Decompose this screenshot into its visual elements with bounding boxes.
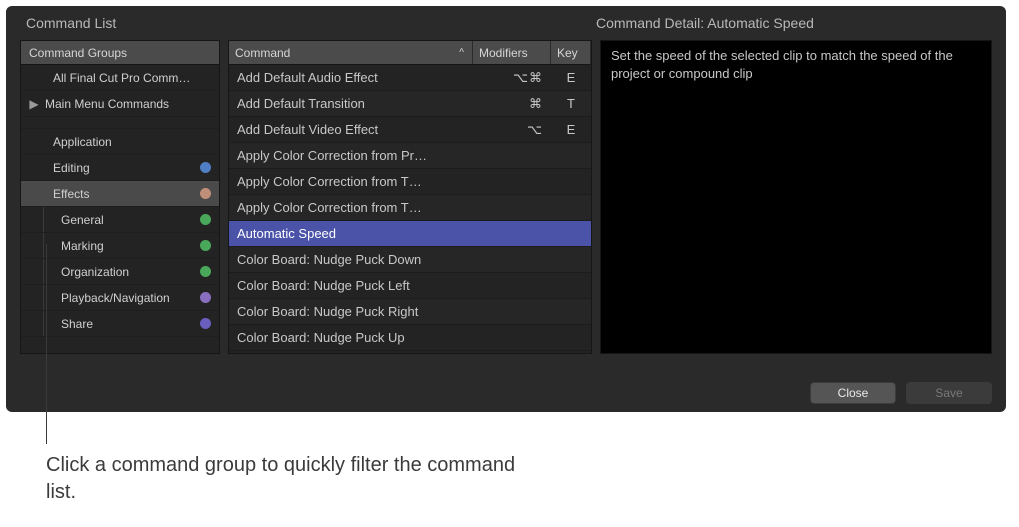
command-key-cell: T (551, 96, 591, 111)
command-name-cell: Apply Color Correction from T… (229, 200, 473, 215)
command-table-header: Command ^ Modifiers Key (229, 41, 591, 65)
command-name-cell: Apply Color Correction from T… (229, 174, 473, 189)
sidebar-item[interactable]: Organization (21, 259, 219, 285)
sidebar-item[interactable]: Editing (21, 155, 219, 181)
detail-title-prefix: Command Detail: (596, 15, 707, 31)
category-color-dot (200, 240, 211, 251)
tree-line (43, 259, 44, 284)
command-groups-header[interactable]: Command Groups (21, 41, 219, 65)
command-modifiers-cell: ⌘ (473, 96, 551, 112)
command-name-cell: Color Board: Nudge Puck Up (229, 330, 473, 345)
sidebar-item[interactable]: Playback/Navigation (21, 285, 219, 311)
sidebar-item[interactable]: General (21, 207, 219, 233)
category-color-dot (200, 318, 211, 329)
command-list-title: Command List (20, 15, 580, 31)
command-name-cell: Color Board: Nudge Puck Right (229, 304, 473, 319)
tree-line (43, 285, 44, 310)
command-modifiers-cell: ⌥ (473, 122, 551, 138)
command-key-cell: E (551, 122, 591, 137)
sort-ascending-icon: ^ (459, 47, 464, 58)
command-groups-list: All Final Cut Pro Comm… ▶ Main Menu Comman… (21, 65, 219, 337)
disclosure-triangle-icon[interactable]: ▶ (29, 99, 39, 109)
command-name-cell: Color Board: Nudge Puck Left (229, 278, 473, 293)
category-color-dot (200, 266, 211, 277)
detail-title-name: Automatic Speed (707, 15, 814, 31)
command-groups-sidebar: Command Groups All Final Cut Pro Comm… ▶ M… (20, 40, 220, 354)
sidebar-item[interactable]: Effects (21, 181, 219, 207)
tree-line (43, 233, 44, 258)
sidebar-item[interactable]: All Final Cut Pro Comm… (21, 65, 219, 91)
command-name-cell: Color Board: Nudge Puck Down (229, 252, 473, 267)
sidebar-item-label: Effects (53, 187, 194, 201)
command-name-cell: Add Default Transition (229, 96, 473, 111)
category-color-dot (200, 292, 211, 303)
sidebar-item-label: General (61, 213, 194, 227)
column-header-command[interactable]: Command ^ (229, 41, 473, 64)
sidebar-item-label: Share (61, 317, 194, 331)
sidebar-item[interactable]: Marking (21, 233, 219, 259)
sidebar-item-label: Marking (61, 239, 194, 253)
command-detail-pane: Set the speed of the selected clip to ma… (600, 40, 992, 354)
command-list-panel: Command List Command Detail: Automatic S… (6, 6, 1006, 412)
sidebar-item[interactable]: Application (21, 129, 219, 155)
command-name-cell: Automatic Speed (229, 226, 473, 241)
command-table-body: Add Default Audio Effect⌥⌘EAdd Default T… (229, 65, 591, 351)
command-modifiers-cell: ⌥⌘ (473, 70, 551, 86)
panel-footer: Close Save (810, 382, 992, 404)
command-table: Command ^ Modifiers Key Add Default Audi… (228, 40, 592, 354)
sidebar-item-label: All Final Cut Pro Comm… (53, 71, 211, 85)
command-name-cell: Add Default Video Effect (229, 122, 473, 137)
table-row[interactable]: Apply Color Correction from T… (229, 169, 591, 195)
column-header-modifiers[interactable]: Modifiers (473, 41, 551, 64)
sidebar-item-label: Editing (53, 161, 194, 175)
callout-leader-line (46, 244, 47, 444)
tree-line (43, 207, 44, 232)
category-color-dot (200, 188, 211, 199)
table-row[interactable]: Automatic Speed (229, 221, 591, 247)
close-button[interactable]: Close (810, 382, 896, 404)
table-row[interactable]: Add Default Audio Effect⌥⌘E (229, 65, 591, 91)
table-row[interactable]: Color Board: Nudge Puck Right (229, 299, 591, 325)
panel-columns: Command Groups All Final Cut Pro Comm… ▶ M… (20, 40, 992, 354)
sidebar-item[interactable]: ▶ Main Menu Commands (21, 91, 219, 117)
table-row[interactable]: Color Board: Nudge Puck Down (229, 247, 591, 273)
table-row[interactable]: Add Default Video Effect⌥E (229, 117, 591, 143)
save-button: Save (906, 382, 992, 404)
table-row[interactable]: Apply Color Correction from Pr… (229, 143, 591, 169)
table-row[interactable]: Apply Color Correction from T… (229, 195, 591, 221)
tree-line (43, 311, 44, 336)
category-color-dot (200, 162, 211, 173)
command-detail-text: Set the speed of the selected clip to ma… (611, 48, 953, 81)
table-row[interactable]: Color Board: Nudge Puck Left (229, 273, 591, 299)
command-detail-title: Command Detail: Automatic Speed (592, 15, 992, 31)
sidebar-spacer (21, 117, 219, 129)
table-row[interactable]: Add Default Transition⌘T (229, 91, 591, 117)
sidebar-item-label: Main Menu Commands (45, 97, 211, 111)
command-name-cell: Apply Color Correction from Pr… (229, 148, 473, 163)
sidebar-item-label: Playback/Navigation (61, 291, 194, 305)
callout-text: Click a command group to quickly filter … (46, 452, 526, 506)
sidebar-item-label: Organization (61, 265, 194, 279)
sidebar-item-label: Application (53, 135, 211, 149)
table-row[interactable]: Color Board: Nudge Puck Up (229, 325, 591, 351)
command-key-cell: E (551, 70, 591, 85)
sidebar-item[interactable]: Share (21, 311, 219, 337)
panel-titles-row: Command List Command Detail: Automatic S… (20, 12, 992, 34)
column-header-command-label: Command (235, 46, 290, 60)
column-header-key[interactable]: Key (551, 41, 591, 64)
category-color-dot (200, 214, 211, 225)
command-name-cell: Add Default Audio Effect (229, 70, 473, 85)
